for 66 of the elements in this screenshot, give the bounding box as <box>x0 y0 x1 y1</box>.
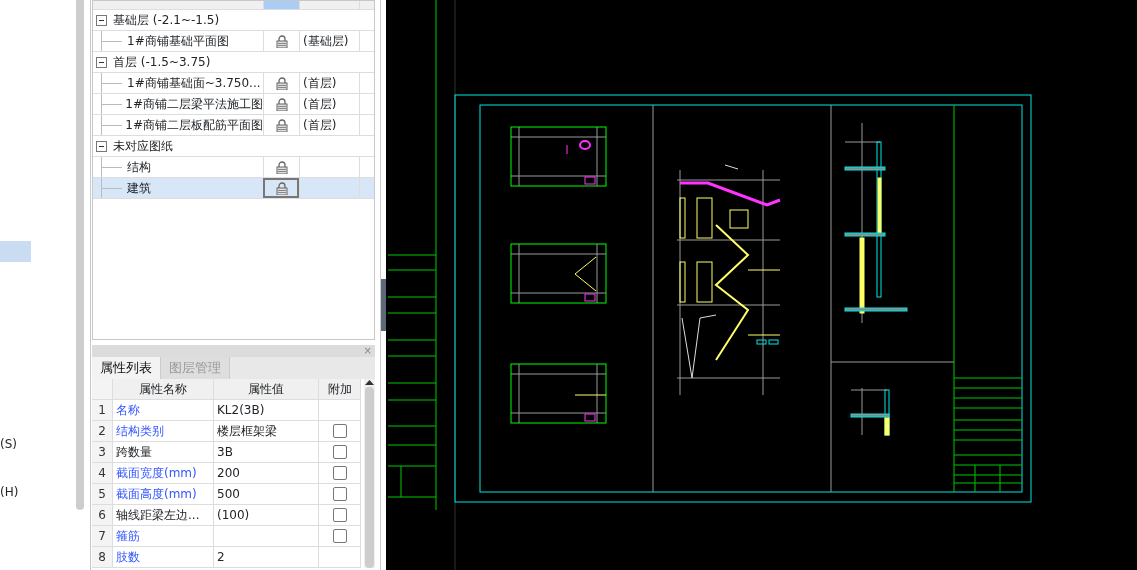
property-value: 楼层框架梁 <box>214 421 319 441</box>
scrollbar-thumb[interactable] <box>76 0 85 510</box>
tree-group-label: 基础层 (-2.1~-1.5) <box>113 12 220 29</box>
lock-icon[interactable] <box>275 160 288 174</box>
property-name: 截面宽度(mm) <box>113 463 214 483</box>
property-name: 箍筋 <box>113 526 214 546</box>
tree-row[interactable]: 1#商铺基础面~3.750... (首层) <box>93 73 374 94</box>
lock-icon[interactable] <box>275 97 288 111</box>
tree-item-label: 结构 <box>127 159 151 176</box>
floor-label: (基础层) <box>303 33 349 50</box>
splitter-handle[interactable] <box>381 279 386 331</box>
selected-row-highlight <box>0 241 31 262</box>
row-number: 7 <box>92 526 113 546</box>
checkbox[interactable] <box>332 487 347 501</box>
property-name: 结构类别 <box>113 421 214 441</box>
row-number: 1 <box>92 400 113 420</box>
tree-row[interactable]: 1#商铺二层板配筋平面图 (首层) <box>93 115 374 136</box>
floor-label: (首层) <box>303 117 337 134</box>
lock-icon[interactable] <box>275 34 288 48</box>
checkbox[interactable] <box>332 466 347 480</box>
checkbox[interactable] <box>332 424 347 438</box>
property-value: 2 <box>214 547 319 567</box>
column-header: 附加 <box>319 379 361 399</box>
floor-label: (首层) <box>303 96 337 113</box>
row-number: 2 <box>92 421 113 441</box>
menu-item[interactable]: (S) <box>0 436 21 452</box>
collapse-icon[interactable] <box>96 140 107 152</box>
menu-item[interactable]: (H) <box>0 484 23 500</box>
floor-label: (首层) <box>303 75 337 92</box>
tree-item-label: 1#商铺基础面~3.750... <box>127 75 261 92</box>
tree-row[interactable]: 1#商铺二层梁平法施工图 (首层) <box>93 94 374 115</box>
checkbox[interactable] <box>332 508 347 522</box>
property-name: 轴线距梁左边... <box>113 505 214 525</box>
tree-item-label: 建筑 <box>127 180 151 197</box>
property-value: (100) <box>214 505 319 525</box>
tree-item-label: 1#商铺基础平面图 <box>127 33 229 50</box>
lock-icon[interactable] <box>275 181 288 195</box>
tree-item-label: 1#商铺二层梁平法施工图 <box>125 96 263 113</box>
property-name: 肢数 <box>113 547 214 567</box>
tree-group-label: 未对应图纸 <box>113 138 173 155</box>
tree-group-label: 首层 (-1.5~3.75) <box>113 54 211 71</box>
property-value: 500 <box>214 484 319 504</box>
tree-item-label: 1#商铺二层板配筋平面图 <box>125 117 263 134</box>
property-name: 截面高度(mm) <box>113 484 214 504</box>
row-number: 4 <box>92 463 113 483</box>
property-value: KL2(3B) <box>214 400 319 420</box>
property-name: 跨数量 <box>113 442 214 462</box>
scrollbar[interactable] <box>364 379 375 568</box>
column-header: 属性名称 <box>113 379 214 399</box>
tree-row[interactable]: 1#商铺基础平面图 (基础层) <box>93 31 374 52</box>
lock-icon[interactable] <box>275 76 288 90</box>
tab[interactable]: 属性列表 <box>92 357 161 379</box>
row-number: 8 <box>92 547 113 567</box>
lock-icon[interactable] <box>275 118 288 132</box>
collapse-icon[interactable] <box>96 56 107 68</box>
property-value: 3B <box>214 442 319 462</box>
checkbox[interactable] <box>332 445 347 459</box>
collapse-icon[interactable] <box>96 14 107 26</box>
row-number: 5 <box>92 484 113 504</box>
checkbox[interactable] <box>332 529 347 543</box>
column-header: 属性值 <box>214 379 319 399</box>
tree-row[interactable]: 建筑 <box>93 178 374 199</box>
row-number: 6 <box>92 505 113 525</box>
property-value: 200 <box>214 463 319 483</box>
row-number: 3 <box>92 442 113 462</box>
property-name: 名称 <box>113 400 214 420</box>
